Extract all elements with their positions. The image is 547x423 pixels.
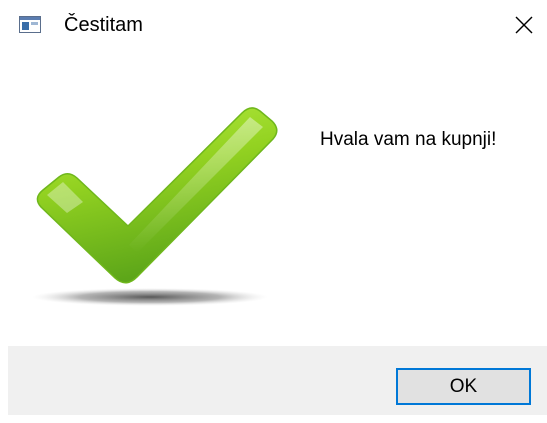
- message-dialog: Čestitam Hvala vam na kupnji! OK: [0, 0, 547, 423]
- title-bar: Čestitam: [0, 0, 547, 50]
- close-icon: [515, 16, 533, 34]
- checkmark-icon: [25, 105, 285, 315]
- window-title: Čestitam: [64, 14, 143, 36]
- ok-button[interactable]: OK: [396, 368, 531, 405]
- window-app-icon: [19, 16, 41, 33]
- close-button[interactable]: [501, 0, 547, 50]
- button-area: OK: [8, 346, 547, 415]
- dialog-message: Hvala vam na kupnji!: [320, 129, 497, 150]
